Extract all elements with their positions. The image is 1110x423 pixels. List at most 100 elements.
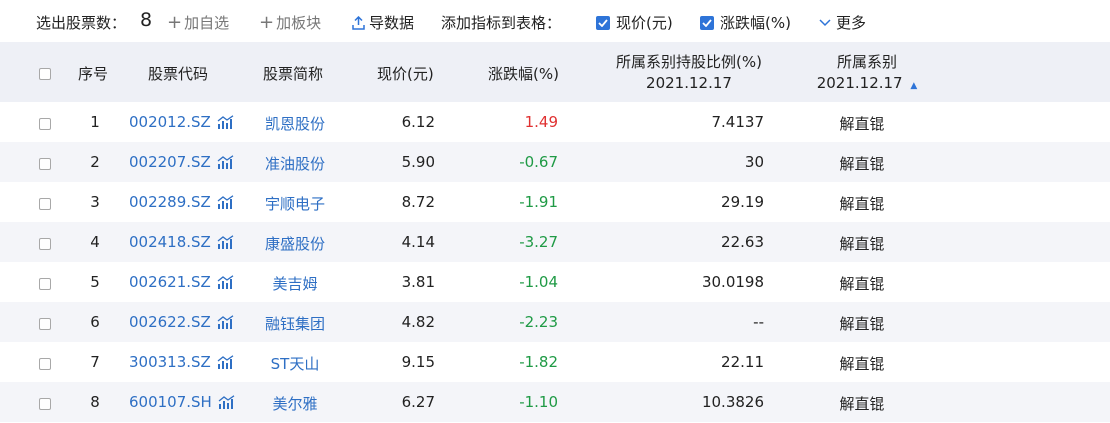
stock-change: -1.82: [519, 353, 558, 371]
row-checkbox[interactable]: [39, 316, 51, 334]
header-series-title: 所属系别: [836, 53, 897, 71]
row-checkbox[interactable]: [39, 396, 51, 414]
row-index: 7: [90, 353, 100, 371]
stock-price: 5.90: [401, 153, 435, 171]
stock-change: 1.49: [524, 113, 558, 131]
header-name[interactable]: 股票简称: [263, 63, 323, 84]
stock-code-link[interactable]: 002207.SZ: [129, 153, 234, 171]
stock-code: 002622.SZ: [129, 313, 211, 331]
chart-icon[interactable]: [217, 234, 234, 250]
header-ratio[interactable]: 所属系别持股比例(%) 2021.12.17: [610, 51, 768, 92]
indicator-change-checkbox[interactable]: 涨跌幅(%): [700, 12, 791, 33]
holding-ratio: --: [753, 313, 764, 331]
stock-code-link[interactable]: 600107.SH: [129, 393, 235, 411]
stock-code-link[interactable]: 002622.SZ: [129, 313, 234, 331]
holding-ratio: 7.4137: [711, 113, 765, 131]
header-series-date: 2021.12.17: [816, 74, 903, 92]
add-indicator-label: 添加指标到表格：: [441, 14, 562, 32]
chart-icon[interactable]: [217, 194, 234, 210]
chart-icon[interactable]: [217, 154, 234, 170]
chart-icon[interactable]: [217, 314, 234, 330]
stock-code-link[interactable]: 002289.SZ: [129, 193, 234, 211]
stock-price: 4.14: [401, 233, 435, 251]
holding-ratio: 29.19: [721, 193, 764, 211]
stock-code-link[interactable]: 002621.SZ: [129, 273, 234, 291]
row-checkbox[interactable]: [39, 356, 51, 374]
stock-change: -1.04: [519, 273, 558, 291]
stock-price: 9.15: [401, 353, 435, 371]
stock-code-link[interactable]: 300313.SZ: [129, 353, 234, 371]
stock-change: -3.27: [519, 233, 558, 251]
sort-ascending-icon[interactable]: ▲: [910, 81, 917, 91]
stock-code: 002012.SZ: [129, 113, 211, 131]
upload-icon: [352, 15, 365, 30]
results-toolbar: 选出股票数： 8 + 加自选 + 加板块 导数据 添加指标到表格： 现价(元): [0, 0, 1110, 42]
stock-code: 002207.SZ: [129, 153, 211, 171]
stock-code: 600107.SH: [129, 393, 212, 411]
more-indicators-button[interactable]: 更多: [819, 12, 866, 33]
stock-change: -1.10: [519, 393, 558, 411]
export-data-label: 导数据: [369, 14, 415, 32]
table-row[interactable]: 3 002289.SZ 宇顺电子 8.72 -1.91 29.19 解直锟: [0, 182, 1110, 222]
row-index: 5: [90, 273, 100, 291]
table-row[interactable]: 8 600107.SH 美尔雅 6.27 -1.10 10.3826 解直锟: [0, 382, 1110, 422]
stock-code-link[interactable]: 002012.SZ: [129, 113, 234, 131]
stock-name-link[interactable]: 宇顺电子: [250, 193, 340, 214]
stock-name-link[interactable]: ST天山: [250, 353, 340, 374]
stock-code: 300313.SZ: [129, 353, 211, 371]
indicator-price-checkbox[interactable]: 现价(元): [596, 12, 673, 33]
row-checkbox[interactable]: [39, 196, 51, 214]
stock-name-link[interactable]: 凯恩股份: [250, 113, 340, 134]
row-checkbox[interactable]: [39, 236, 51, 254]
selected-count-label: 选出股票数：: [36, 14, 127, 32]
chevron-down-icon: [819, 18, 831, 26]
selected-count-value: 8: [140, 9, 153, 31]
series-name: 解直锟: [839, 195, 885, 213]
row-checkbox[interactable]: [39, 276, 51, 294]
stock-price: 6.27: [401, 393, 435, 411]
stock-price: 8.72: [401, 193, 435, 211]
header-code[interactable]: 股票代码: [148, 63, 208, 84]
chart-icon[interactable]: [217, 274, 234, 290]
stock-name-link[interactable]: 康盛股份: [250, 233, 340, 254]
header-price[interactable]: 现价(元): [377, 63, 434, 84]
plus-icon: +: [259, 12, 275, 33]
holding-ratio: 22.63: [721, 233, 764, 251]
row-index: 1: [90, 113, 100, 131]
stock-name-link[interactable]: 准油股份: [250, 153, 340, 174]
select-all-checkbox[interactable]: [39, 66, 51, 84]
stock-change: -1.91: [519, 193, 558, 211]
stock-name-link[interactable]: 融钰集团: [250, 313, 340, 334]
export-data-button[interactable]: 导数据: [352, 12, 414, 33]
row-index: 3: [90, 193, 100, 211]
add-to-watchlist-button[interactable]: + 加自选: [167, 12, 229, 33]
table-row[interactable]: 4 002418.SZ 康盛股份 4.14 -3.27 22.63 解直锟: [0, 222, 1110, 262]
table-row[interactable]: 6 002622.SZ 融钰集团 4.82 -2.23 -- 解直锟: [0, 302, 1110, 342]
table-row[interactable]: 5 002621.SZ 美吉姆 3.81 -1.04 30.0198 解直锟: [0, 262, 1110, 302]
stock-name-link[interactable]: 美尔雅: [250, 393, 340, 414]
chart-icon[interactable]: [217, 114, 234, 130]
chart-icon[interactable]: [217, 354, 234, 370]
add-to-sector-button[interactable]: + 加板块: [259, 12, 321, 33]
table-row[interactable]: 1 002012.SZ 凯恩股份 6.12 1.49 7.4137 解直锟: [0, 102, 1110, 142]
row-checkbox[interactable]: [39, 116, 51, 134]
table-row[interactable]: 7 300313.SZ ST天山 9.15 -1.82 22.11 解直锟: [0, 342, 1110, 382]
series-name: 解直锟: [839, 315, 885, 333]
holding-ratio: 30: [744, 153, 764, 171]
stock-code: 002418.SZ: [129, 233, 211, 251]
stock-name-link[interactable]: 美吉姆: [250, 273, 340, 294]
chart-icon[interactable]: [218, 394, 235, 410]
indicator-change-label: 涨跌幅(%): [720, 14, 791, 32]
stock-price: 4.82: [401, 313, 435, 331]
series-name: 解直锟: [839, 275, 885, 293]
header-series[interactable]: 所属系别 2021.12.17 ▲: [812, 51, 922, 92]
header-ratio-title: 所属系别持股比例(%): [616, 53, 762, 71]
stock-code-link[interactable]: 002418.SZ: [129, 233, 234, 251]
table-row[interactable]: 2 002207.SZ 准油股份 5.90 -0.67 30 解直锟: [0, 142, 1110, 182]
stock-price: 3.81: [401, 273, 435, 291]
series-name: 解直锟: [839, 235, 885, 253]
row-index: 4: [90, 233, 100, 251]
stock-change: -2.23: [519, 313, 558, 331]
header-change[interactable]: 涨跌幅(%): [488, 63, 559, 84]
row-checkbox[interactable]: [39, 156, 51, 174]
